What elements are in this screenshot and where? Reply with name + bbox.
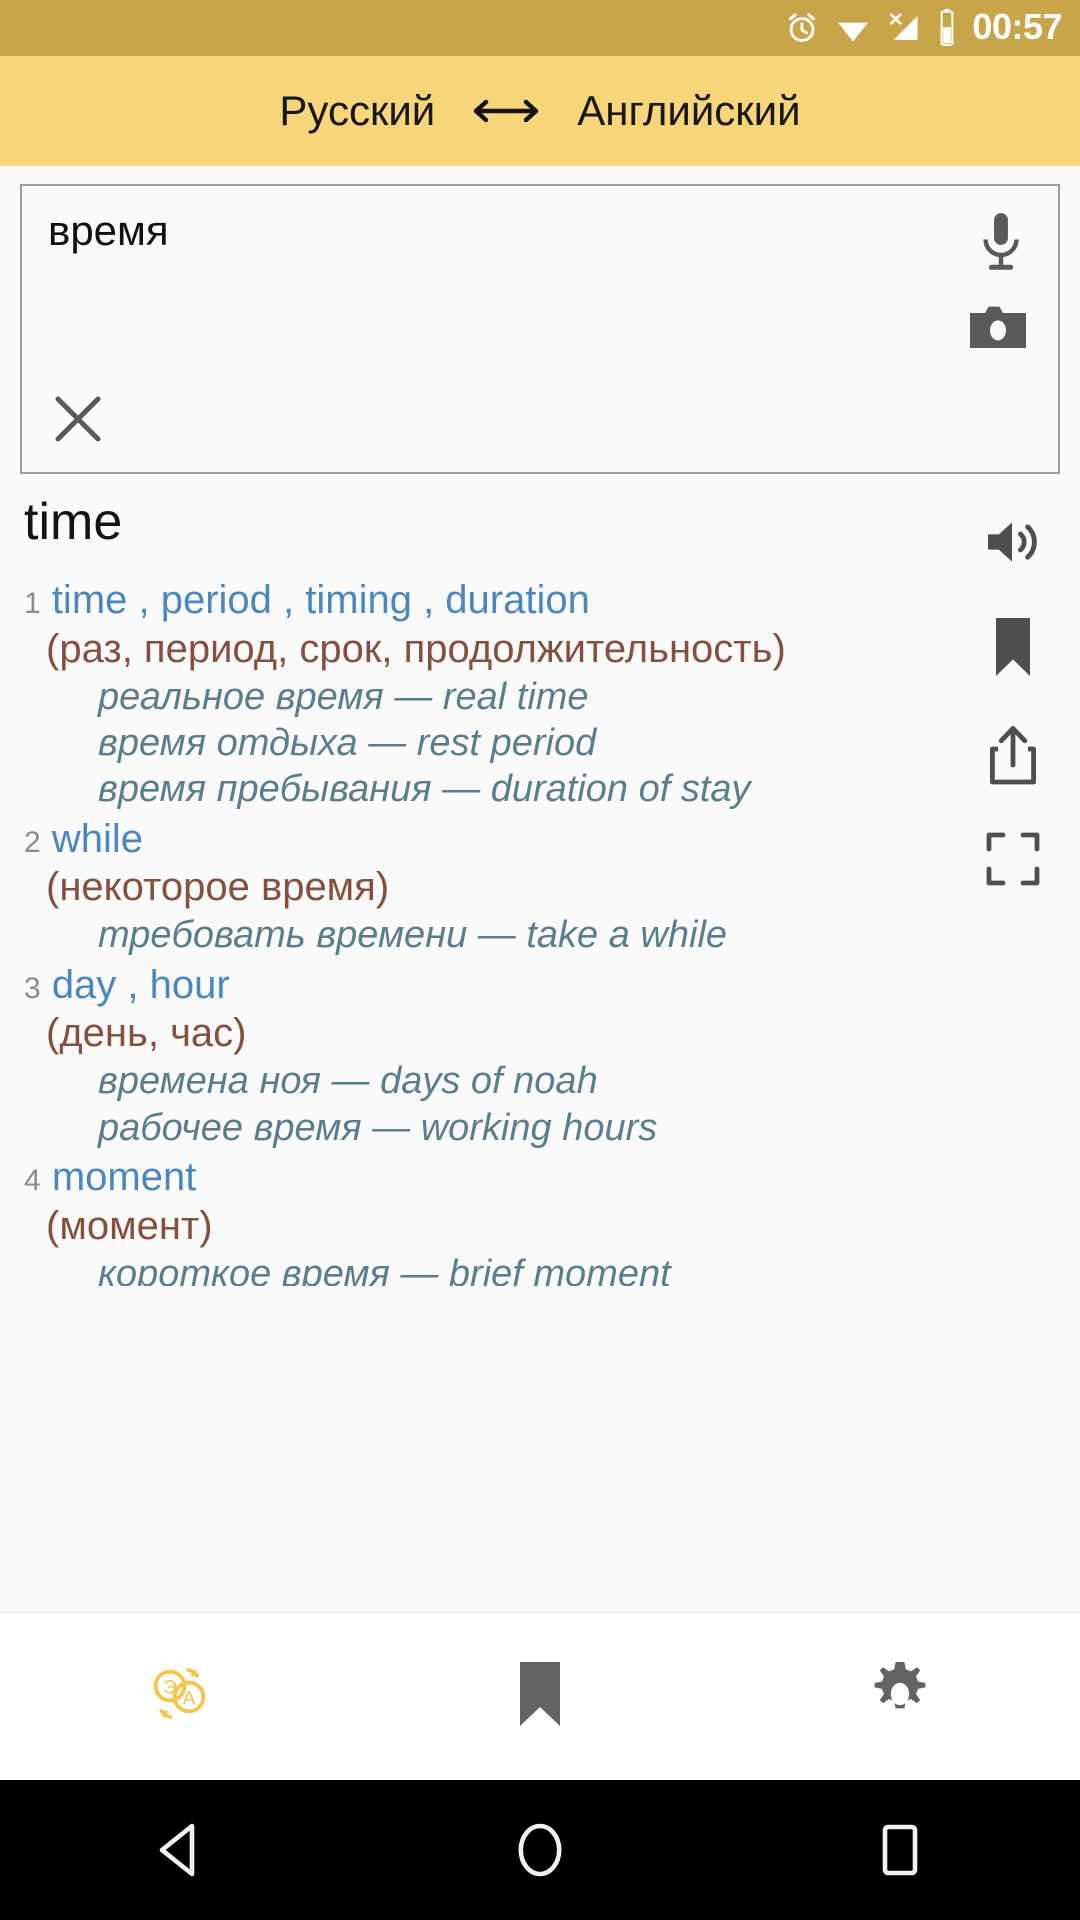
entry-gloss: (некоторое время) xyxy=(46,865,390,910)
entry-synonyms[interactable]: day , hour xyxy=(52,963,230,1007)
search-input[interactable]: время xyxy=(20,184,1060,474)
entry-example: время отдыха — rest period xyxy=(98,721,597,764)
status-bar-clock: 00:57 xyxy=(972,6,1062,47)
entry-gloss: (день, час) xyxy=(46,1011,247,1056)
definition-entry[interactable]: 2 while (некоторое время) требовать врем… xyxy=(24,815,970,959)
dictionary-article: time 1 time , period , timing , duration… xyxy=(0,496,1080,1286)
entry-headline: 2 while xyxy=(24,815,970,864)
bookmark-icon xyxy=(514,1659,566,1734)
fullscreen-icon[interactable] xyxy=(985,831,1041,892)
entry-gloss: (раз, период, срок, продолжительность) xyxy=(46,626,786,671)
source-language-label[interactable]: Русский xyxy=(279,87,435,135)
results-panel: time 1 time , period , timing , duration… xyxy=(0,496,1080,1286)
share-icon[interactable] xyxy=(986,724,1040,791)
battery-icon xyxy=(936,9,958,47)
entry-synonyms[interactable]: moment xyxy=(52,1155,197,1199)
tab-bookmarks[interactable] xyxy=(360,1613,720,1780)
alarm-icon xyxy=(784,10,820,46)
signal-off-icon xyxy=(886,10,922,46)
entry-number: 3 xyxy=(24,971,41,1005)
back-triangle-icon[interactable] xyxy=(0,1822,360,1878)
entry-number: 4 xyxy=(24,1163,41,1197)
entry-headline: 1 time , period , timing , duration xyxy=(24,576,970,625)
entry-example: рабочее время — working hours xyxy=(98,1106,658,1149)
entry-example: требовать времени — take a while xyxy=(98,914,728,957)
tab-settings[interactable] xyxy=(720,1613,1080,1780)
entry-number: 2 xyxy=(24,825,41,859)
entry-example: короткое время — brief moment xyxy=(98,1252,671,1286)
search-input-value[interactable]: время xyxy=(48,207,1032,254)
home-circle-icon[interactable] xyxy=(360,1821,720,1879)
bottom-tab-bar: Э A xyxy=(0,1612,1080,1780)
wifi-icon xyxy=(834,10,872,46)
headword: time xyxy=(24,496,123,551)
microphone-icon[interactable] xyxy=(974,210,1028,281)
entry-example: времена ноя — days of noah xyxy=(98,1060,598,1103)
target-language-label[interactable]: Английский xyxy=(577,87,800,135)
recents-square-icon[interactable] xyxy=(720,1822,1080,1878)
entry-example: реальное время — real time xyxy=(98,675,589,718)
svg-text:Э: Э xyxy=(163,1678,177,1699)
definition-entry[interactable]: 1 time , period , timing , duration (раз… xyxy=(24,576,970,813)
language-selector-bar[interactable]: Русский Английский xyxy=(0,56,1080,166)
definition-entry[interactable]: 4 moment (момент) короткое время — brief… xyxy=(24,1153,970,1286)
speaker-icon[interactable] xyxy=(982,514,1044,575)
entry-example: время пребывания — duration of stay xyxy=(98,768,751,811)
translate-icon: Э A xyxy=(141,1655,219,1738)
status-bar: 00:57 xyxy=(0,0,1080,56)
entry-number: 1 xyxy=(24,587,41,620)
entry-headline: 4 moment xyxy=(24,1153,970,1202)
search-area: время xyxy=(0,166,1080,474)
entry-gloss: (момент) xyxy=(46,1203,213,1248)
entry-synonyms[interactable]: time , period , timing , duration xyxy=(52,578,590,622)
close-icon[interactable] xyxy=(50,391,106,452)
entry-synonyms[interactable]: while xyxy=(52,817,143,861)
bookmark-icon[interactable] xyxy=(989,615,1037,684)
article-action-rail xyxy=(970,496,1056,892)
swap-horizontal-icon[interactable] xyxy=(469,90,543,132)
android-navigation-bar xyxy=(0,1780,1080,1920)
entry-headline: 3 day , hour xyxy=(24,961,970,1010)
tab-translate[interactable]: Э A xyxy=(0,1613,360,1780)
gear-icon xyxy=(863,1657,937,1736)
camera-icon[interactable] xyxy=(970,304,1026,353)
svg-text:A: A xyxy=(183,1689,196,1710)
definition-entry[interactable]: 3 day , hour (день, час) времена ноя — d… xyxy=(24,961,970,1151)
